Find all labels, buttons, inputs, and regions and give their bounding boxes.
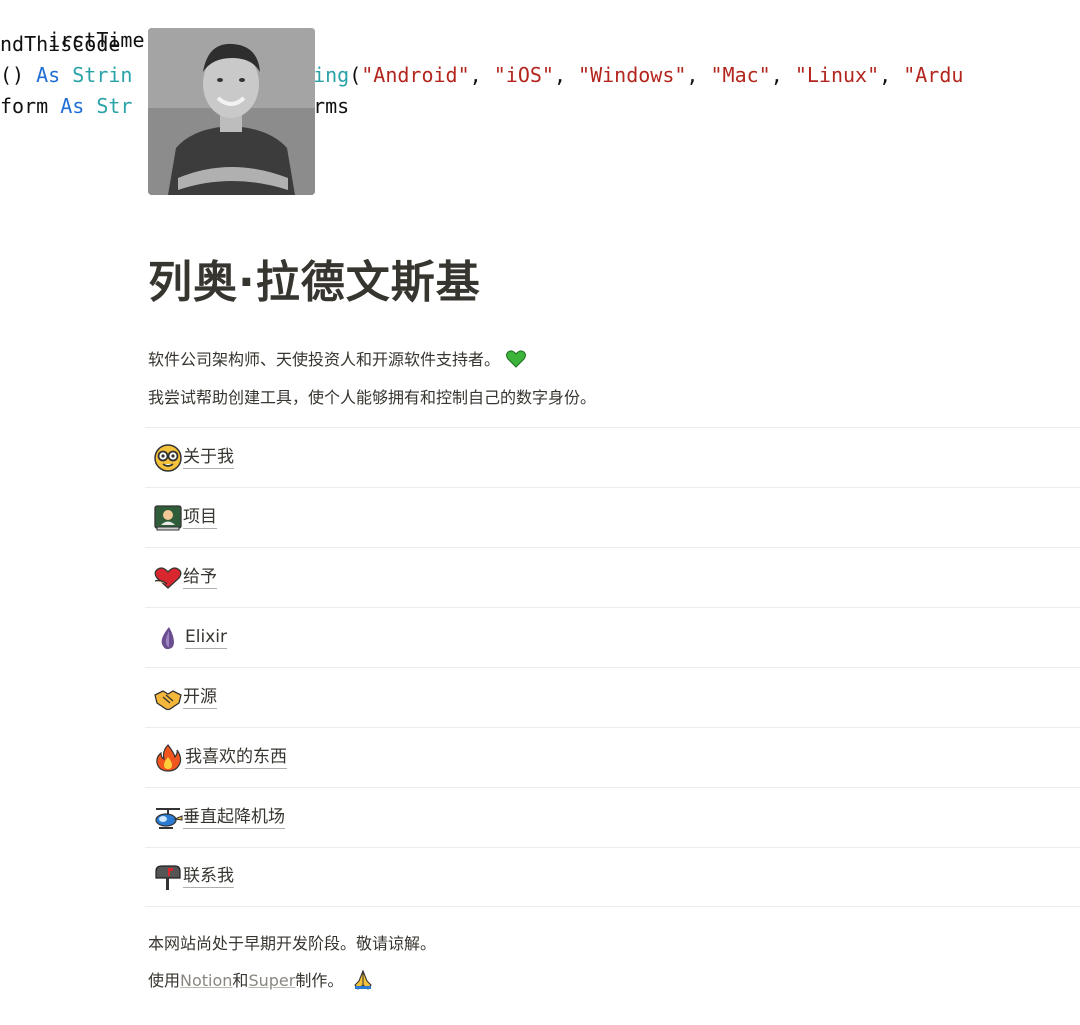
credits-suffix: 制作。 xyxy=(295,971,344,990)
notion-link[interactable]: Notion xyxy=(180,971,232,990)
green-heart-icon xyxy=(506,349,527,372)
fire-icon xyxy=(153,743,183,773)
nerd-face-icon xyxy=(153,443,183,473)
heart-hands-icon xyxy=(153,563,183,593)
nav-item-label[interactable]: 给予 xyxy=(183,567,217,589)
code-line-3: () As Strin String("Android", "iOS", "Wi… xyxy=(0,63,964,87)
bio-text-1: 软件公司架构师、天使投资人和开源软件支持者。 xyxy=(148,350,501,369)
portrait-photo xyxy=(148,28,315,195)
nav-item-vertiport[interactable]: 垂直起降机场 xyxy=(145,787,1080,847)
handshake-icon xyxy=(153,683,183,713)
technologist-icon xyxy=(153,503,183,533)
nav-item-label[interactable]: 垂直起降机场 xyxy=(183,807,285,829)
super-link[interactable]: Super xyxy=(248,971,295,990)
folded-hands-icon xyxy=(352,969,374,995)
mailbox-icon xyxy=(153,862,183,892)
nav-item-about[interactable]: 关于我 xyxy=(145,427,1080,487)
credits-prefix: 使用 xyxy=(148,971,181,990)
nav-item-label[interactable]: 联系我 xyxy=(183,866,234,888)
nav-item-label[interactable]: 我喜欢的东西 xyxy=(185,747,287,769)
nav-item-label[interactable]: Elixir xyxy=(185,627,227,649)
nav-item-opensource[interactable]: 开源 xyxy=(145,667,1080,727)
elixir-drop-icon xyxy=(153,623,183,653)
nav-item-projects[interactable]: 项目 xyxy=(145,487,1080,547)
code-line-2: ndThisCode xyxy=(0,32,121,56)
nav-item-favorites[interactable]: 我喜欢的东西 xyxy=(145,727,1080,787)
nav-item-label[interactable]: 项目 xyxy=(183,507,217,529)
footer-credits: 使用Notion和Super制作。 xyxy=(148,967,374,995)
helicopter-icon xyxy=(153,803,183,833)
bio-line-1: 软件公司架构师、天使投资人和开源软件支持者。 xyxy=(148,346,527,372)
footer-note: 本网站尚处于早期开发阶段。敬请谅解。 xyxy=(148,934,437,953)
nav-item-label[interactable]: 关于我 xyxy=(183,447,234,469)
avatar xyxy=(148,28,315,195)
bio-line-2: 我尝试帮助创建工具，使个人能够拥有和控制自己的数字身份。 xyxy=(148,388,597,407)
nav-item-contact[interactable]: 联系我 xyxy=(145,847,1080,907)
nav-list: 关于我 项目 给予 Elixir 开源 我喜欢的东西 垂直起降机场 联系我 xyxy=(145,427,1080,907)
nav-item-elixir[interactable]: Elixir xyxy=(145,607,1080,667)
credits-and: 和 xyxy=(232,971,249,990)
nav-item-label[interactable]: 开源 xyxy=(183,687,217,709)
page-title: 列奥·拉德文斯基 xyxy=(148,257,481,308)
nav-item-giving[interactable]: 给予 xyxy=(145,547,1080,607)
